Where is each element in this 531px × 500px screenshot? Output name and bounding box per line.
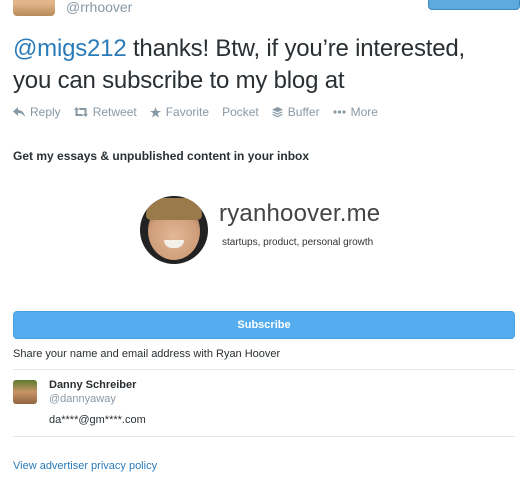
- divider: [13, 369, 515, 370]
- pocket-label: Pocket: [222, 105, 259, 119]
- author-avatar[interactable]: [13, 0, 55, 16]
- user-email: da****@gm****.com: [49, 414, 146, 426]
- reply-label: Reply: [30, 105, 61, 119]
- tweet-header: @rrhoover: [0, 0, 531, 20]
- retweet-label: Retweet: [92, 105, 137, 119]
- retweet-icon: [73, 107, 88, 117]
- reply-icon: [13, 107, 25, 117]
- tweet-text-line2: you can subscribe to my blog at: [13, 67, 345, 94]
- follow-button[interactable]: [428, 0, 520, 10]
- more-action[interactable]: More: [332, 105, 378, 119]
- user-avatar: [13, 380, 37, 404]
- user-name: Danny Schreiber: [49, 379, 137, 391]
- tweet-text: @migs212 thanks! Btw, if you’re interest…: [13, 33, 523, 97]
- pocket-action[interactable]: Pocket: [222, 105, 259, 119]
- card-avatar: [140, 196, 208, 264]
- tweet-actions: Reply Retweet Favorite Pocket Buffer Mor…: [13, 105, 391, 119]
- star-icon: [149, 106, 161, 118]
- user-handle: @dannyaway: [49, 393, 116, 405]
- more-label: More: [350, 105, 378, 119]
- mention-link[interactable]: @migs212: [13, 35, 127, 62]
- buffer-action[interactable]: Buffer: [271, 105, 320, 119]
- share-note: Share your name and email address with R…: [13, 348, 281, 360]
- favorite-action[interactable]: Favorite: [149, 105, 210, 119]
- privacy-policy-link[interactable]: View advertiser privacy policy: [13, 460, 157, 472]
- divider: [13, 436, 515, 437]
- site-title: ryanhoover.me: [219, 200, 381, 227]
- buffer-label: Buffer: [287, 105, 320, 119]
- author-handle[interactable]: @rrhoover: [66, 0, 132, 15]
- card-heading: Get my essays & unpublished content in y…: [13, 149, 310, 163]
- retweet-action[interactable]: Retweet: [73, 105, 137, 119]
- tweet-text-line1: thanks! Btw, if you’re interested,: [126, 35, 465, 62]
- reply-action[interactable]: Reply: [13, 105, 61, 119]
- more-dots-icon: [332, 110, 346, 114]
- buffer-icon: [271, 106, 283, 117]
- site-tagline: startups, product, personal growth: [222, 237, 374, 248]
- subscribe-button[interactable]: Subscribe: [13, 311, 515, 339]
- favorite-label: Favorite: [165, 105, 210, 119]
